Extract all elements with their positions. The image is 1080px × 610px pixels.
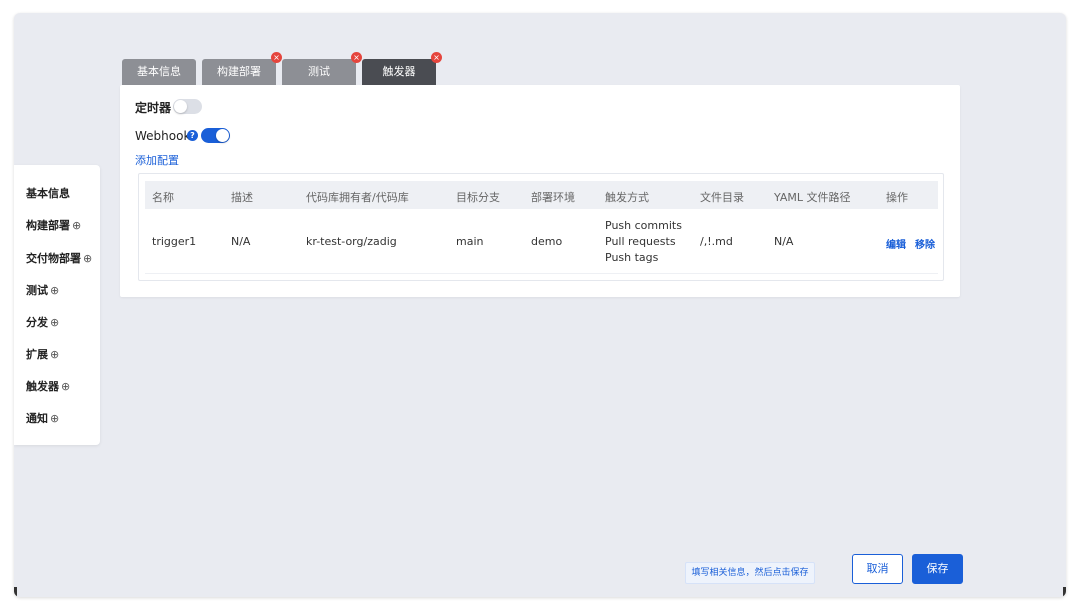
add-circle-icon[interactable]: ⊕: [50, 348, 59, 361]
add-circle-icon[interactable]: ⊕: [50, 412, 59, 425]
column-header: 目标分支: [456, 191, 500, 204]
cancel-button[interactable]: 取消: [852, 554, 903, 584]
close-icon[interactable]: ×: [271, 52, 282, 63]
tab-build-deploy[interactable]: 构建部署 ×: [202, 52, 282, 85]
tab-label: 基本信息: [137, 65, 181, 78]
cell-yaml: N/A: [774, 235, 794, 248]
column-header: 文件目录: [700, 191, 744, 204]
app-window: 基本信息 构建部署 × 测试 × 触发器 × 定时器 Webhook ? 添加配…: [14, 13, 1066, 597]
cell-dir: /,!.md: [700, 235, 733, 248]
add-config-link[interactable]: 添加配置: [135, 152, 179, 168]
cell-event: Push commits: [605, 219, 682, 232]
tab-test[interactable]: 测试 ×: [282, 52, 362, 85]
tab-basic-info[interactable]: 基本信息: [122, 59, 196, 85]
sidebar-item-label: 分发: [26, 316, 48, 329]
save-button[interactable]: 保存: [912, 554, 963, 584]
timer-toggle[interactable]: [173, 99, 202, 114]
sidebar-item-distribute[interactable]: 分发 ⊕: [26, 314, 59, 330]
webhook-table: 名称 描述 代码库拥有者/代码库 目标分支 部署环境 触发方式 文件目录 YAM…: [138, 173, 944, 281]
sidebar-item-artifact-deploy[interactable]: 交付物部署 ⊕: [26, 250, 92, 266]
sidebar-item-build-deploy[interactable]: 构建部署 ⊕: [26, 217, 81, 233]
module-sidebar: 基本信息 构建部署 ⊕ 交付物部署 ⊕ 测试 ⊕ 分发 ⊕ 扩展 ⊕ 触发器 ⊕ 通知 ⊕: [14, 165, 100, 445]
column-header: 触发方式: [605, 191, 649, 204]
sidebar-item-trigger[interactable]: 触发器 ⊕: [26, 378, 70, 394]
sidebar-item-label: 扩展: [26, 348, 48, 361]
tab-trigger[interactable]: 触发器 ×: [362, 52, 442, 85]
tab-label: 测试: [308, 65, 330, 78]
add-circle-icon[interactable]: ⊕: [50, 284, 59, 297]
cell-repo: kr-test-org/zadig: [306, 235, 397, 248]
close-icon[interactable]: ×: [351, 52, 362, 63]
column-header: 描述: [231, 191, 253, 204]
sidebar-item-label: 通知: [26, 412, 48, 425]
trigger-panel: 定时器 Webhook ? 添加配置 名称 描述 代码库拥有者/代码库 目标分支…: [120, 85, 960, 297]
edit-link[interactable]: 编辑: [886, 236, 906, 251]
window-corner: [1063, 587, 1066, 597]
sidebar-item-label: 触发器: [26, 380, 59, 393]
cell-name: trigger1: [152, 235, 197, 248]
sidebar-item-basic-info[interactable]: 基本信息: [26, 185, 70, 201]
cell-event: Push tags: [605, 251, 659, 264]
column-header: 代码库拥有者/代码库: [306, 191, 409, 204]
add-circle-icon[interactable]: ⊕: [72, 219, 81, 232]
add-circle-icon[interactable]: ⊕: [83, 252, 92, 265]
sidebar-item-extend[interactable]: 扩展 ⊕: [26, 346, 59, 362]
sidebar-item-label: 交付物部署: [26, 252, 81, 265]
help-icon[interactable]: ?: [187, 130, 198, 141]
table-header: 名称 描述 代码库拥有者/代码库 目标分支 部署环境 触发方式 文件目录 YAM…: [145, 181, 938, 209]
sidebar-item-label: 基本信息: [26, 187, 70, 200]
toggle-knob: [216, 129, 229, 142]
sidebar-item-label: 构建部署: [26, 219, 70, 232]
webhook-toggle[interactable]: [201, 128, 230, 143]
column-header: 操作: [886, 191, 908, 204]
sidebar-item-notify[interactable]: 通知 ⊕: [26, 410, 59, 426]
cell-branch: main: [456, 235, 484, 248]
window-corner: [14, 587, 17, 597]
column-header: 部署环境: [531, 191, 575, 204]
save-hint: 填写相关信息，然后点击保存: [685, 562, 815, 584]
tab-label: 触发器: [382, 65, 416, 78]
toggle-knob: [174, 100, 187, 113]
column-header: 名称: [152, 191, 174, 204]
webhook-label: Webhook: [135, 129, 191, 143]
sidebar-item-test[interactable]: 测试 ⊕: [26, 282, 59, 298]
table-divider: [145, 273, 938, 274]
cell-event: Pull requests: [605, 235, 676, 248]
timer-label: 定时器: [135, 101, 172, 115]
cell-env: demo: [531, 235, 563, 248]
close-icon[interactable]: ×: [431, 52, 442, 63]
cell-desc: N/A: [231, 235, 251, 248]
add-circle-icon[interactable]: ⊕: [50, 316, 59, 329]
column-header: YAML 文件路径: [774, 191, 851, 204]
remove-link[interactable]: 移除: [915, 236, 935, 251]
add-circle-icon[interactable]: ⊕: [61, 380, 70, 393]
tab-label: 构建部署: [217, 65, 261, 78]
sidebar-item-label: 测试: [26, 284, 48, 297]
